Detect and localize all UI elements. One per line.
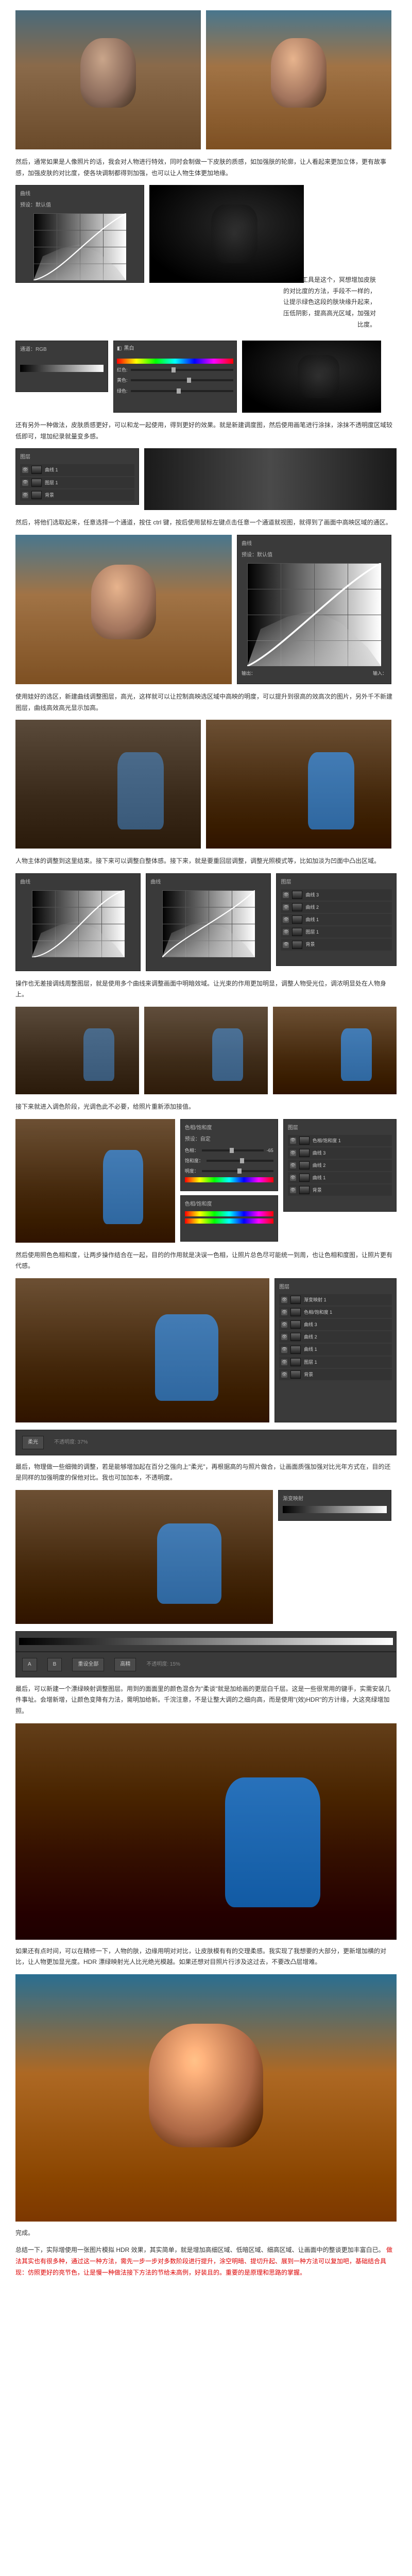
layers-panel-4[interactable]: 图层 👁渐变映射 1 👁色相/饱和度 1 👁曲线 3 👁曲线 2 👁曲线 1 👁… [274,1278,397,1422]
layer-row[interactable]: 👁曲线 2 [279,1331,392,1343]
layer-row[interactable]: 👁图层 1 [279,1357,392,1368]
curves-panel-4[interactable]: 曲线 [146,873,271,971]
bw-icon: ◧ [117,344,122,353]
bw-panel[interactable]: ◧黑白 红色: 黄色: 绿色: [113,341,237,413]
para-7: 操作也无差接调线周整图层，就是使用多个曲线来调整画面中明暗效域。让光束的作用更加… [15,978,397,1001]
channel-label[interactable]: 通道：RGB [20,345,104,354]
red-label: 红色: [117,366,128,374]
curve-graph[interactable] [32,890,125,957]
layer-row[interactable]: 👁曲线 3 [288,1147,392,1159]
curve-graph[interactable] [162,890,255,957]
seated-v1 [15,1007,139,1094]
curve-graph[interactable] [33,213,126,280]
layer-row[interactable]: 👁曲线 1 [288,1172,392,1183]
layer-row[interactable]: 👁渐变映射 1 [279,1294,392,1306]
para-1: 然后，通常如果是人像照片的话，我会对人物进行特效，同时会制做一下皮肤的质感，如加… [15,157,397,179]
layer-row[interactable]: 👁曲线 1 [279,1344,392,1355]
dark-detail-image [149,185,304,283]
bw-wide-portrait [144,448,397,510]
bw-label: 黑白 [124,344,134,353]
portrait-before [15,10,201,149]
layers-panel-2[interactable]: 图层 👁曲线 3 👁曲线 2 👁曲线 1 👁图层 1 👁背景 [276,873,397,966]
curves-panel-1[interactable]: 曲线 预设：默认值 [15,185,144,283]
para-14: 总结一下，实际增使用一张图片模拟 HDR 效果，其实简单，就是增加高细区域、低暗… [15,2245,397,2278]
para-2: 用曲线工具是这个，冥想增加皮肤的对比度的方法，手段不一样的，让提示绿色这段的肤块… [283,275,376,330]
layer-row[interactable]: 👁曲线 2 [288,1160,392,1171]
layer-row[interactable]: 👁图层 1 [281,926,392,938]
layer-row[interactable]: 👁背景 [20,489,134,501]
final-hdr-image [15,1723,397,1940]
layer-row[interactable]: 👁曲线 2 [281,902,392,913]
visibility-icon[interactable]: 👁 [283,917,289,923]
gradient-editor[interactable] [15,1631,397,1652]
layer-row[interactable]: 👁曲线 1 [281,914,392,925]
curves-label: 曲线 [20,190,140,199]
final-portrait-image [15,1974,397,2222]
layer-row[interactable]: 👁背景 [279,1369,392,1380]
blend-bar-2[interactable]: A B 重设全部 高精 不透明度: 15% [15,1652,397,1677]
visibility-icon[interactable]: 👁 [283,892,289,898]
hue-panel-1[interactable]: 色相/饱和度 预设：自定 色相：-65 饱和度： 明度： [180,1119,278,1191]
input-label: 输入： [373,669,387,677]
btn-b[interactable]: B [47,1658,62,1671]
hue-panel-2[interactable]: 色相/饱和度 [180,1195,278,1242]
para-13: 完成。 [15,2228,397,2239]
curves-panel-2[interactable]: 曲线 预设：默认值 输出： 输入： [237,535,391,684]
visibility-icon[interactable]: 👁 [283,929,289,935]
layer-row[interactable]: 👁背景 [281,939,392,950]
seated-v2 [144,1007,268,1094]
seated-v3 [273,1007,397,1094]
gradient-map-panel[interactable]: 渐变映射 [278,1490,391,1521]
para-6: 人物主体的调整到这里结束。接下来可以调整白整体感。接下来，就是要重回层调整，调整… [15,856,397,867]
gaojing-button[interactable]: 高精 [114,1658,136,1671]
visibility-icon[interactable]: 👁 [22,467,28,473]
layer-row[interactable]: 👁色相/饱和度 1 [279,1307,392,1318]
blend-mode-select[interactable]: 柔光 [22,1436,44,1449]
para-11: 最后，可以新建一个漂绿映射调整图层。用到的面面里的颜色混合为"柔谈"就是加给画的… [15,1684,397,1717]
channel-panel[interactable]: 通道：RGB [15,341,108,392]
seated-after [206,720,391,849]
para-5: 使用娃好的选区，新建曲线调整图层，高光，这样就可以让控制高映选区域中高映的明度，… [15,691,397,714]
layers-label: 图层 [20,453,134,462]
seated-color [15,1119,175,1243]
para-9: 然后使用照色色相和度，让两步操作结合在一起，目的的作用就是决误一色相，让照片总色… [15,1250,397,1272]
para-14a: 总结一下，实际增使用一张图片模拟 HDR 效果，其实简单，就是增加高细区域、低暗… [15,2246,385,2253]
dark-preview-1 [242,341,381,413]
seated-grad [15,1490,273,1624]
layer-row[interactable]: 👁背景 [288,1184,392,1196]
output-label: 输出： [242,669,255,677]
portrait-mid [15,535,232,684]
curve-graph[interactable] [247,563,381,666]
para-12: 如果还有点时间，可以在精修一下，人物的肤，边缘用明对对比，让皮肤模有有的交理柔感… [15,1946,397,1968]
yellow-label: 黄色: [117,376,128,384]
opacity-readout[interactable]: 不透明度: 15% [146,1660,180,1669]
curves-panel-3[interactable]: 曲线 [15,873,141,971]
layer-row[interactable]: 👁图层 1 [20,477,134,488]
preset-label[interactable]: 预设：默认值 [20,201,140,210]
btn-a[interactable]: A [22,1658,37,1671]
seated-before [15,720,201,849]
blend-bar-1[interactable]: 柔光 不透明度: 37% [15,1430,397,1455]
para-3: 还有另外一种做法，皮肤质感更好，可以和龙一起使用，得到更好的效果。就是新建调度图… [15,420,397,442]
layer-row[interactable]: 👁曲线 3 [281,889,392,901]
para-10: 最后，物理做一些细微的调整，若是能够增加起在百分之强向上"柔光"，再根据高的与照… [15,1462,397,1484]
para-4: 然后，将他们选取起来，任意选择一个通道，按住 ctrl 键，按后使用鼠标左键点击… [15,517,397,529]
portrait-after [206,10,391,149]
green-label: 绿色: [117,387,128,395]
layer-row[interactable]: 👁曲线 3 [279,1319,392,1330]
preset-label[interactable]: 预设：默认值 [242,551,387,560]
layer-row[interactable]: 👁色相/饱和度 1 [288,1135,392,1146]
visibility-icon[interactable]: 👁 [283,942,289,948]
opacity-readout[interactable]: 不透明度: 37% [54,1438,88,1447]
layers-panel-3[interactable]: 图层 👁色相/饱和度 1 👁曲线 3 👁曲线 2 👁曲线 1 👁背景 [283,1119,397,1212]
para-8: 接下来就进入调色阶段，光调色此不必要，给照片重新添加接值。 [15,1101,397,1113]
visibility-icon[interactable]: 👁 [22,492,28,498]
seated-wide [15,1278,269,1422]
curves-label: 曲线 [242,539,387,549]
visibility-icon[interactable]: 👁 [22,480,28,486]
reset-button[interactable]: 重设全部 [72,1658,104,1671]
layer-row[interactable]: 👁曲线 1 [20,464,134,476]
layers-panel-1[interactable]: 图层 👁曲线 1 👁图层 1 👁背景 [15,448,139,505]
visibility-icon[interactable]: 👁 [283,904,289,910]
